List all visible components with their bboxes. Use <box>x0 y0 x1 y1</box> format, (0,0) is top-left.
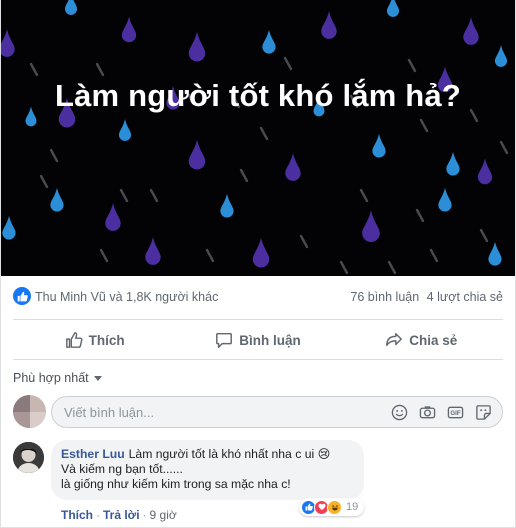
raindrop-shape <box>477 158 493 185</box>
rain-streak <box>415 208 425 223</box>
rain-streak <box>149 188 159 203</box>
rain-streak <box>119 188 129 203</box>
post-counts: 76 bình luận 4 lượt chia sẻ <box>350 290 503 304</box>
rain-streak <box>95 62 105 77</box>
comment-time[interactable]: 9 giờ <box>150 508 177 522</box>
rain-streak <box>359 188 369 203</box>
raindrop-shape <box>252 237 270 268</box>
rain-streak <box>299 234 309 249</box>
share-button[interactable]: Chia sẻ <box>340 321 503 359</box>
raindrop-shape <box>285 153 301 181</box>
raindrop-shape <box>463 17 479 45</box>
commenter-avatar[interactable] <box>13 442 44 473</box>
rain-streak <box>99 248 109 263</box>
raindrop-shape <box>321 11 337 39</box>
comment-button[interactable]: Bình luận <box>176 321 339 359</box>
comment-text-line: Làm người tốt là khó nhất nha c ui 😢 <box>128 447 331 461</box>
rain-background <box>1 0 509 275</box>
comment-reply-link[interactable]: Trả lời <box>103 508 140 522</box>
comment-line: Esther Luu Làm người tốt là khó nhất nha … <box>61 447 354 462</box>
comment-author[interactable]: Esther Luu <box>61 447 125 461</box>
rain-streak <box>239 168 249 183</box>
composer-icons: GIF <box>380 403 492 421</box>
share-arrow-icon <box>386 332 403 347</box>
comment-input[interactable]: Viết bình luận... GIF <box>51 396 503 428</box>
filter-label: Phù hợp nhất <box>13 371 89 385</box>
reaction-count: 19 <box>346 501 359 513</box>
comment-label: Bình luận <box>239 332 301 348</box>
gif-icon[interactable]: GIF <box>446 403 464 421</box>
share-count[interactable]: 4 lượt chia sẻ <box>427 290 503 304</box>
speech-bubble-icon <box>216 332 233 348</box>
raindrop-shape <box>220 193 234 218</box>
raindrop-shape <box>188 31 206 62</box>
comment-reactions[interactable]: 19 <box>299 498 365 516</box>
sticker-icon[interactable] <box>474 403 492 421</box>
post-banner[interactable]: Làm người tốt khó lắm hả? <box>1 0 515 276</box>
raindrop-shape <box>64 0 78 15</box>
comment-meta: Thích · Trả lời · 9 giờ <box>61 508 177 522</box>
rain-streak <box>429 248 439 263</box>
rain-streak <box>479 228 489 243</box>
raindrop-shape <box>50 187 64 212</box>
rain-streak <box>49 148 59 163</box>
raindrop-shape <box>121 16 137 43</box>
raindrop-shape <box>386 0 400 17</box>
reactors-text[interactable]: Thu Minh Vũ và 1,8K người khác <box>35 290 218 304</box>
rain-streak <box>29 62 39 77</box>
comment-bubble: Esther Luu Làm người tốt là khó nhất nha … <box>51 440 364 500</box>
rain-streak <box>283 56 293 71</box>
emoji-icon[interactable] <box>390 403 408 421</box>
raindrop-shape <box>2 215 16 240</box>
rain-streak <box>419 118 429 133</box>
comment-text-line: là giống như kiếm kim trong sa mặc nha c… <box>61 477 291 491</box>
raindrop-shape <box>105 203 121 231</box>
post-card: Làm người tốt khó lắm hả? Thu Minh Vũ và… <box>0 0 516 528</box>
rain-streak <box>259 126 269 141</box>
raindrop-shape <box>145 237 161 265</box>
share-label: Chia sẻ <box>409 332 458 348</box>
caret-down-icon <box>93 375 102 381</box>
haha-reaction-icon <box>327 499 342 515</box>
avatar[interactable] <box>13 395 46 428</box>
raindrop-shape <box>372 133 386 158</box>
raindrop-shape <box>118 119 132 141</box>
raindrop-shape <box>446 151 460 176</box>
svg-text:GIF: GIF <box>450 409 460 416</box>
rain-streak <box>205 248 215 263</box>
raindrop-shape <box>362 210 380 243</box>
rain-streak <box>499 140 509 155</box>
banner-title: Làm người tốt khó lắm hả? <box>54 78 461 113</box>
comment-filter[interactable]: Phù hợp nhất <box>13 371 102 385</box>
rain-streak <box>39 174 49 189</box>
raindrop-shape <box>488 241 502 266</box>
comment-text-line: Và kiếm ng bạn tốt...... <box>61 462 183 476</box>
raindrop-shape <box>262 29 276 54</box>
comment-like-link[interactable]: Thích <box>61 508 93 522</box>
like-button[interactable]: Thích <box>13 321 176 359</box>
action-bar: Thích Bình luận Chia sẻ <box>13 321 503 359</box>
divider <box>13 319 503 320</box>
raindrop-shape <box>1 29 15 57</box>
rain-streak <box>407 58 417 73</box>
divider <box>13 359 503 360</box>
comment-count[interactable]: 76 bình luận <box>350 290 419 304</box>
rain-streak <box>387 260 397 275</box>
rain-streak <box>339 260 349 275</box>
raindrop-shape <box>188 139 206 170</box>
camera-icon[interactable] <box>418 403 436 421</box>
raindrop-shape <box>494 45 508 67</box>
raindrop-shape <box>438 187 452 212</box>
like-label: Thích <box>88 332 125 348</box>
thumbs-up-icon <box>65 332 83 348</box>
like-icon[interactable] <box>13 287 31 305</box>
comment-placeholder: Viết bình luận... <box>64 405 155 420</box>
reaction-stats: Thu Minh Vũ và 1,8K người khác 76 bình l… <box>1 277 515 317</box>
